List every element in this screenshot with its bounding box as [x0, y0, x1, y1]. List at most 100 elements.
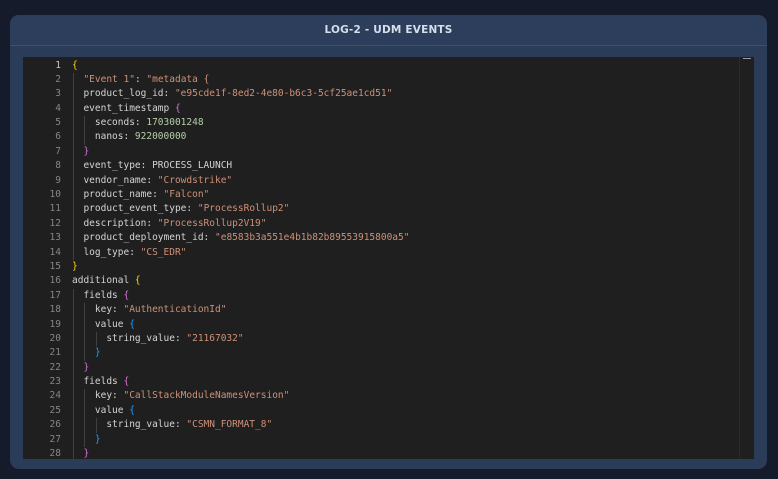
code-line[interactable]: seconds: 1703001248	[72, 116, 740, 131]
line-number: 15	[49, 260, 61, 272]
code-line[interactable]: }	[72, 360, 740, 376]
code-line[interactable]: product_log_id: "e95cde1f-8ed2-4e80-b6c3…	[72, 87, 740, 102]
code-token: "e95cde1f-8ed2-4e80-b6c3-5cf25ae1cd51"	[174, 88, 393, 100]
code-line[interactable]: }	[72, 432, 740, 448]
indent-guide	[84, 116, 86, 131]
code-token: "Event 1"	[83, 73, 135, 85]
indent-guide	[84, 331, 86, 347]
line-number: 20	[49, 332, 61, 344]
indent-guide	[73, 331, 74, 347]
code-line[interactable]: }	[72, 260, 740, 274]
code-line[interactable]: product_name: "Falcon"	[72, 188, 740, 203]
indent-guide	[73, 403, 74, 419]
code-token: "ProcessRollup2V19"	[157, 217, 267, 229]
code-token: product_name:	[72, 189, 164, 201]
code-line[interactable]: value {	[72, 403, 740, 419]
code-token: log_type:	[72, 246, 141, 258]
code-token: }	[83, 361, 90, 373]
code-line[interactable]: value {	[72, 317, 740, 332]
code-line[interactable]: vendor_name: "Crowdstrike"	[72, 173, 740, 189]
code-line[interactable]: key: "AuthenticationId"	[72, 303, 740, 318]
line-number: 27	[49, 433, 61, 445]
code-line[interactable]: {	[72, 59, 740, 73]
code-token: :	[134, 73, 147, 85]
code-token: "ProcessRollup2"	[197, 203, 290, 215]
code-line[interactable]: fields {	[72, 375, 740, 390]
code-token: vendor_name:	[72, 174, 158, 186]
code-line[interactable]: }	[72, 346, 740, 361]
line-number-gutter: 1 2 3 4 5 6 7 8 9 10 11 12 13 14 15 16 17 18 19 20 21 22 23 24 2…	[23, 57, 61, 460]
line-number: 12	[49, 217, 61, 229]
line-number: 9	[55, 174, 61, 186]
line-number: 1	[55, 59, 61, 71]
line-number: 24	[49, 390, 61, 402]
code-token: "Crowdstrike"	[157, 174, 233, 186]
code-content[interactable]: { "Event 1": "metadata { product_log_id:…	[72, 57, 740, 459]
code-line[interactable]: fields {	[72, 288, 740, 304]
code-editor[interactable]: 1 2 3 4 5 6 7 8 9 10 11 12 13 14 15 16 17 18 19 20 21 22 23 24 2…	[23, 57, 754, 459]
line-number: 6	[55, 131, 61, 143]
indent-guide	[84, 130, 86, 145]
code-line[interactable]: nanos: 922000000	[72, 130, 740, 145]
panel-header: LOG-2 - UDM EVENTS	[10, 15, 767, 46]
panel-title: LOG-2 - UDM EVENTS	[324, 24, 453, 36]
indent-guide	[95, 418, 97, 433]
code-token: additional	[72, 275, 135, 287]
code-line[interactable]: additional {	[72, 274, 740, 288]
code-line[interactable]: log_type: "CS_EDR"	[72, 245, 740, 260]
line-number: 7	[55, 145, 61, 157]
code-token: event_type: PROCESS_LAUNCH	[72, 160, 233, 172]
code-line[interactable]: "Event 1": "metadata {	[72, 72, 740, 88]
indent-guide	[73, 346, 74, 361]
line-number: 21	[49, 347, 61, 359]
line-number: 14	[49, 246, 61, 258]
code-token: event_timestamp	[72, 102, 175, 114]
line-number: 3	[55, 88, 61, 100]
line-number: 26	[49, 419, 61, 431]
code-line[interactable]: event_type: PROCESS_LAUNCH	[72, 159, 740, 174]
indent-guide	[84, 432, 86, 448]
code-token: "CallStackModuleNamesVersion"	[123, 390, 290, 402]
code-line[interactable]: product_deployment_id: "e8583b3a551e4b1b…	[72, 231, 740, 246]
code-token: description:	[72, 217, 158, 229]
code-token: product_event_type:	[72, 203, 198, 215]
indent-guide	[73, 231, 74, 246]
code-line[interactable]: event_timestamp {	[72, 101, 740, 117]
code-line[interactable]: string_value: "CSMN_FORMAT_8"	[72, 418, 740, 433]
indent-guide	[84, 346, 86, 361]
code-token: fields	[72, 289, 124, 301]
code-token: fields	[72, 376, 124, 388]
line-number: 22	[49, 361, 61, 373]
indent-guide	[73, 87, 74, 102]
code-token: "AuthenticationId"	[123, 304, 227, 316]
line-number: 23	[49, 376, 61, 388]
code-token: value	[72, 404, 130, 416]
line-number: 16	[49, 275, 61, 287]
code-token: string_value:	[72, 419, 187, 431]
indent-guide	[95, 331, 97, 347]
line-number: 13	[49, 232, 61, 244]
scrollbar-marker	[743, 58, 751, 59]
code-token: "metadata {	[146, 73, 210, 85]
code-line[interactable]: string_value: "21167032"	[72, 331, 740, 347]
code-line[interactable]: description: "ProcessRollup2V19"	[72, 216, 740, 232]
code-token: "21167032"	[186, 332, 244, 344]
vertical-scrollbar[interactable]	[739, 57, 754, 459]
code-line[interactable]: }	[72, 447, 740, 459]
line-number: 4	[55, 102, 61, 114]
indent-guide	[73, 188, 74, 203]
indent-guide	[73, 389, 74, 404]
indent-guide	[73, 116, 74, 131]
indent-guide	[73, 432, 74, 448]
line-number: 11	[49, 203, 61, 215]
code-token: {	[72, 59, 78, 71]
line-number: 5	[55, 117, 61, 129]
code-line[interactable]: }	[72, 144, 740, 160]
code-token: product_log_id:	[72, 88, 175, 100]
code-line[interactable]: product_event_type: "ProcessRollup2"	[72, 202, 740, 217]
indent-guide	[73, 101, 74, 117]
code-line[interactable]: key: "CallStackModuleNamesVersion"	[72, 389, 740, 404]
code-token: }	[83, 145, 90, 157]
